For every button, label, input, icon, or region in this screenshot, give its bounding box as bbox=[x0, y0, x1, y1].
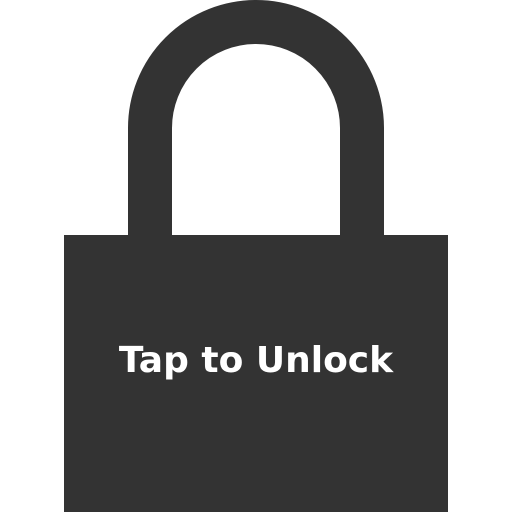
tap-to-unlock-label[interactable]: Tap to Unlock bbox=[64, 334, 448, 388]
padlock-shackle bbox=[128, 0, 384, 238]
padlock-icon[interactable] bbox=[0, 0, 512, 512]
lock-screen: Tap to Unlock bbox=[0, 0, 512, 512]
